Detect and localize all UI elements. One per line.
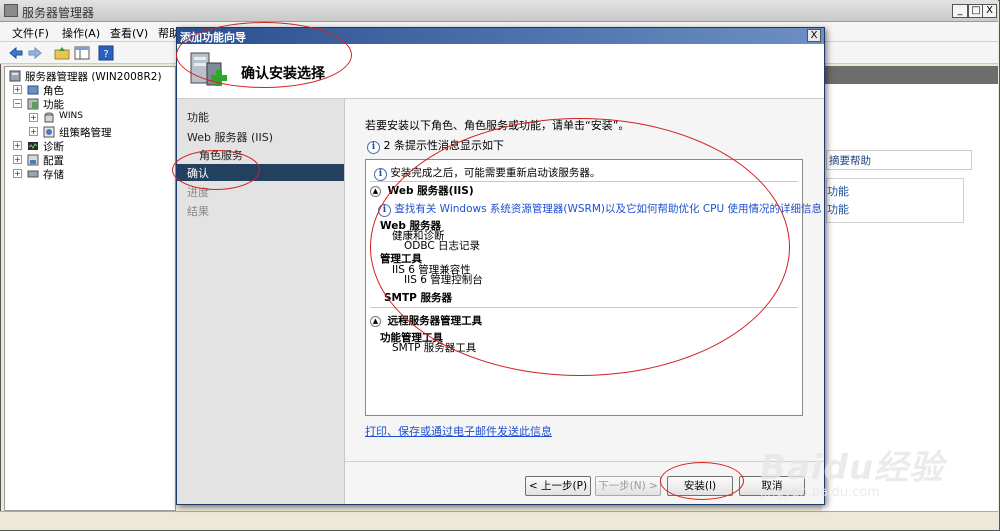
previous-button[interactable]: < 上一步(P) [525, 476, 591, 496]
expand-toggle[interactable]: + [13, 85, 22, 94]
baidu-watermark: Baidu经验 jingyan.baidu.com [760, 440, 944, 500]
remove-features-link[interactable]: 功能 [827, 201, 849, 217]
installation-summary-box[interactable]: i 安装完成之后，可能需要重新启动该服务器。 ▲ Web 服务器(IIS) i … [365, 159, 822, 416]
show-hide-tree-icon[interactable] [74, 45, 90, 61]
wsrm-details-link[interactable]: 查找有关 Windows 系统资源管理器(WSRM)以及它如何帮助优化 CPU … [394, 203, 822, 215]
wizard-content: 若要安装以下角色、角色服务或功能，请单击“安装”。 i 2 条提示性消息显示如下… [345, 99, 824, 504]
menu-action[interactable]: 操作(A) [62, 25, 100, 41]
wizard-close-button[interactable]: X [807, 29, 821, 42]
add-features-wizard-dialog: 添加功能向导 X 确认安装选择 功能 Web 服务器 (IIS) 角色服务 确认… [176, 27, 825, 505]
tree-item-label: 配置 [43, 155, 64, 167]
step-features[interactable]: 功能 [187, 109, 209, 125]
main-window-title: 服务器管理器 [22, 6, 95, 20]
restart-note-text: 安装完成之后，可能需要重新启动该服务器。 [390, 167, 601, 179]
step-progress: 进度 [187, 186, 209, 199]
section-remote-tools-header[interactable]: ▲ 远程服务器管理工具 [370, 313, 482, 328]
instruction-text: 若要安装以下角色、角色服务或功能，请单击“安装”。 [365, 119, 630, 132]
section-title: Web 服务器(IIS) [387, 185, 474, 197]
print-save-email-link[interactable]: 打印、保存或通过电子邮件发送此信息 [365, 423, 552, 439]
divider [370, 307, 798, 308]
actions-pane-header [822, 66, 998, 84]
svg-text:?: ? [103, 49, 108, 60]
diagnostics-icon [28, 142, 38, 150]
message-count-text: 2 条提示性消息显示如下 [383, 139, 505, 152]
install-button[interactable]: 安装(I) [667, 476, 733, 496]
wsrm-info-row: i 查找有关 Windows 系统资源管理器(WSRM)以及它如何帮助优化 CP… [378, 201, 822, 217]
summary-line: SMTP 服务器工具 [392, 342, 477, 354]
summary-help-link[interactable]: 摘要帮助 [826, 150, 972, 170]
database-icon [44, 112, 54, 123]
step-web-server-iis[interactable]: Web 服务器 (IIS) [187, 129, 273, 145]
summary-line: IIS 6 管理控制台 [404, 274, 483, 286]
step-results: 结果 [187, 205, 209, 218]
expand-toggle[interactable]: + [29, 127, 38, 136]
restart-note: i 安装完成之后，可能需要重新启动该服务器。 [374, 165, 600, 181]
tree-item-diagnostics[interactable]: + 诊断 [5, 139, 175, 153]
close-button[interactable]: X [982, 4, 997, 18]
console-tree: 服务器管理器 (WIN2008R2) + 角色 − 功能 + WINS + 组策… [4, 66, 176, 511]
server-add-feature-icon [190, 52, 227, 86]
group-policy-icon [43, 126, 55, 138]
configuration-icon [27, 154, 39, 166]
wizard-button-bar: < 上一步(P) 下一步(N) > 安装(I) 取消 [345, 461, 824, 504]
tree-item-roles[interactable]: + 角色 [5, 83, 175, 97]
menu-view[interactable]: 查看(V) [110, 25, 148, 41]
tree-item-storage[interactable]: + 存储 [5, 167, 175, 181]
add-features-link[interactable]: 功能 [827, 183, 849, 199]
minimize-button[interactable]: _ [952, 4, 968, 18]
watermark-logo: Baidu经验 [760, 448, 945, 488]
info-icon: i [374, 168, 387, 181]
tree-item-label: 角色 [43, 85, 64, 97]
expand-toggle[interactable]: + [13, 169, 22, 178]
server-icon [9, 70, 21, 82]
tree-item-server-manager[interactable]: 服务器管理器 (WIN2008R2) [5, 69, 175, 83]
roles-icon [27, 85, 39, 95]
section-web-server-header[interactable]: ▲ Web 服务器(IIS) [370, 183, 474, 198]
main-titlebar[interactable]: 服务器管理器 _ □ X [0, 0, 998, 22]
features-actions-box: 功能 功能 [826, 178, 964, 223]
wizard-title: 添加功能向导 [180, 31, 246, 44]
expand-toggle[interactable]: + [29, 113, 38, 122]
tree-item-features[interactable]: − 功能 [5, 97, 175, 111]
status-bar [0, 511, 998, 530]
up-folder-icon[interactable] [54, 45, 70, 61]
wizard-steps-nav: 功能 Web 服务器 (IIS) 角色服务 确认 进度 结果 [177, 99, 345, 504]
collapse-icon[interactable]: ▲ [370, 315, 381, 327]
divider [370, 181, 798, 182]
server-manager-app-icon [4, 4, 18, 17]
tree-item-wins[interactable]: + WINS [5, 111, 175, 125]
expand-toggle[interactable]: + [13, 155, 22, 164]
wizard-titlebar[interactable]: 添加功能向导 X [177, 28, 824, 44]
info-icon: i [367, 141, 380, 154]
step-confirmation[interactable]: 确认 [177, 164, 344, 181]
expand-toggle[interactable]: + [13, 141, 22, 150]
tree-item-label: 功能 [43, 99, 64, 111]
info-icon: i [378, 204, 391, 217]
tree-item-label: 诊断 [43, 141, 64, 153]
back-arrow-icon[interactable] [8, 45, 24, 61]
tree-item-label: 组策略管理 [59, 127, 112, 139]
collapse-toggle[interactable]: − [13, 99, 22, 108]
collapse-icon[interactable]: ▲ [370, 185, 381, 197]
step-role-services[interactable]: 角色服务 [199, 147, 243, 163]
wizard-heading: 确认安装选择 [241, 66, 325, 82]
help-icon[interactable]: ? [98, 45, 114, 61]
tree-item-label: 存储 [43, 169, 64, 181]
forward-arrow-icon[interactable] [27, 45, 43, 61]
tree-item-configuration[interactable]: + 配置 [5, 153, 175, 167]
storage-icon [27, 170, 39, 178]
message-count: i 2 条提示性消息显示如下 [367, 137, 504, 154]
features-icon [27, 98, 39, 110]
tree-item-label: 服务器管理器 (WIN2008R2) [25, 71, 162, 83]
wizard-header: 确认安装选择 [177, 44, 824, 99]
tree-item-label: WINS [59, 111, 83, 121]
section-title: 远程服务器管理工具 [387, 315, 483, 327]
tree-item-group-policy[interactable]: + 组策略管理 [5, 125, 175, 139]
menu-file[interactable]: 文件(F) [12, 25, 49, 41]
next-button[interactable]: 下一步(N) > [595, 476, 661, 496]
summary-line: SMTP 服务器 [384, 292, 453, 304]
